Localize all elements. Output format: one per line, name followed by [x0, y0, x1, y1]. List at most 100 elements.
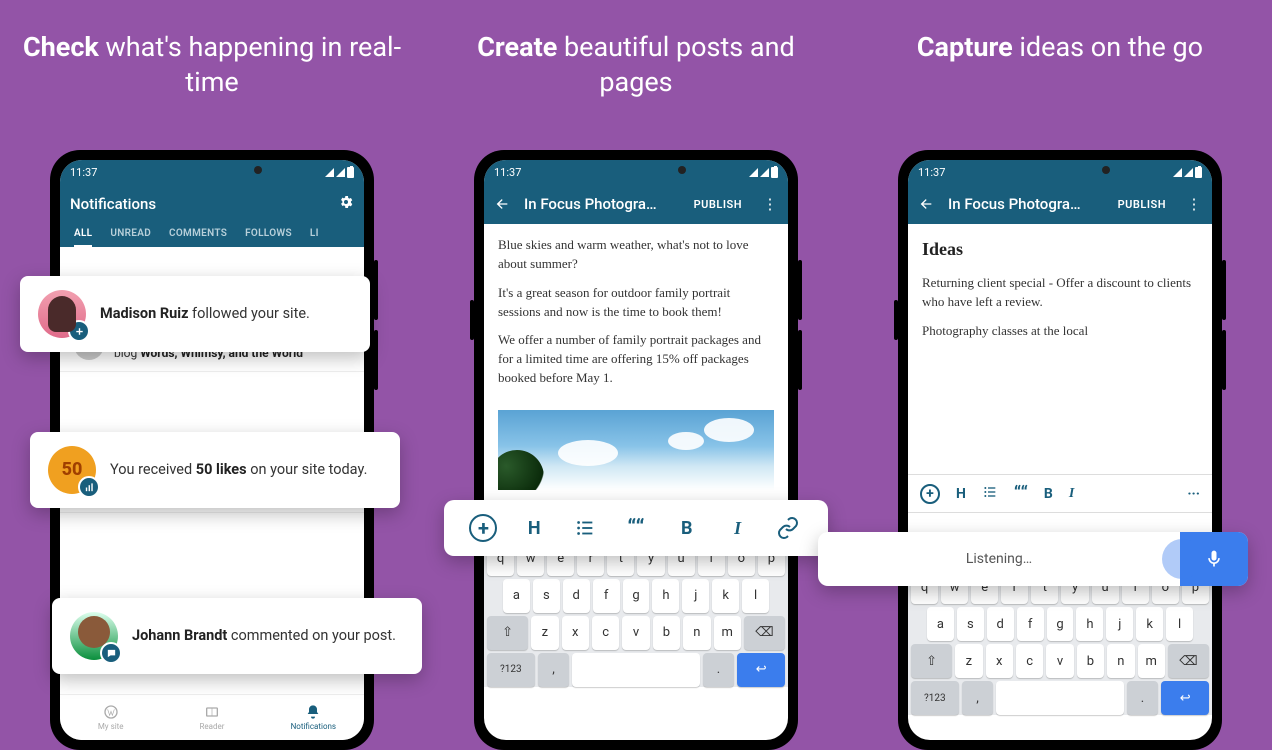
tab-comments[interactable]: COMMENTS — [169, 228, 227, 247]
bottom-nav: My site Reader Notifications — [60, 694, 364, 740]
notification-text: Johann Brandt commented on your post. — [132, 626, 396, 646]
more-icon[interactable]: ⋮ — [762, 195, 778, 213]
settings-icon[interactable] — [338, 194, 354, 214]
key-space[interactable] — [996, 681, 1123, 715]
key-symbols[interactable]: ?123 — [911, 681, 959, 715]
bold-icon[interactable]: B — [1044, 486, 1053, 502]
quote-icon[interactable]: ““ — [622, 514, 650, 542]
notification-card-comment[interactable]: Johann Brandt commented on your post. — [52, 598, 422, 674]
key-l[interactable]: l — [742, 579, 769, 613]
post-heading: Ideas — [922, 236, 1198, 262]
headline-check: Check what's happening in real-time — [0, 30, 424, 100]
key-symbols[interactable]: ?123 — [487, 653, 535, 687]
screen-title: Notifications — [70, 195, 324, 213]
stats-icon — [78, 476, 100, 498]
nav-notifications[interactable]: Notifications — [263, 695, 364, 740]
key-s[interactable]: s — [533, 579, 560, 613]
nav-reader[interactable]: Reader — [161, 695, 262, 740]
status-time: 11:37 — [70, 166, 97, 179]
post-editor[interactable]: Blue skies and warm weather, what's not … — [484, 224, 788, 410]
key-g[interactable]: g — [623, 579, 650, 613]
add-block-icon[interactable]: + — [920, 484, 940, 504]
avatar — [70, 612, 118, 660]
notification-card-follow[interactable]: Madison Ruiz followed your site. — [20, 276, 370, 352]
key-k[interactable]: k — [712, 579, 739, 613]
post-editor[interactable]: Ideas Returning client special - Offer a… — [908, 224, 1212, 474]
list-icon[interactable] — [982, 484, 998, 504]
phone-mock-3: 11:37 In Focus Photogra… PUBLISH ⋮ Ideas… — [898, 150, 1222, 750]
heading-icon[interactable]: H — [956, 486, 966, 502]
key-m[interactable]: m — [714, 616, 741, 650]
key-d[interactable]: d — [563, 579, 590, 613]
app-bar: Notifications — [60, 184, 364, 224]
status-time: 11:37 — [494, 166, 521, 179]
voice-input-bar: Listening… — [818, 532, 1248, 586]
key-space[interactable] — [572, 653, 699, 687]
paragraph: Returning client special - Offer a disco… — [922, 274, 1198, 312]
editor-toolbar-inline: + H ““ B I ··· — [908, 474, 1212, 513]
signal-icon — [325, 168, 334, 177]
key-shift[interactable]: ⇧ — [911, 644, 952, 678]
key-h[interactable]: h — [652, 579, 679, 613]
listening-label: Listening… — [818, 551, 1180, 567]
link-icon[interactable] — [774, 514, 802, 542]
notification-text: Madison Ruiz followed your site. — [100, 304, 310, 324]
key-v[interactable]: v — [622, 616, 649, 650]
publish-button[interactable]: PUBLISH — [1118, 198, 1166, 211]
tab-likes[interactable]: LI — [310, 228, 319, 247]
key-comma[interactable]: , — [538, 653, 570, 687]
editor-toolbar: + H ““ B I — [444, 500, 828, 556]
list-icon[interactable] — [571, 514, 599, 542]
key-x[interactable]: x — [562, 616, 589, 650]
tab-unread[interactable]: UNREAD — [110, 228, 151, 247]
key-backspace[interactable]: ⌫ — [744, 616, 785, 650]
headline-create: Create beautiful posts and pages — [424, 30, 848, 100]
post-title: In Focus Photogra… — [524, 195, 680, 213]
status-bar: 11:37 — [484, 160, 788, 184]
bold-icon[interactable]: B — [673, 514, 701, 542]
app-bar: In Focus Photogra… PUBLISH ⋮ — [484, 184, 788, 224]
key-backspace[interactable]: ⌫ — [1168, 644, 1209, 678]
post-image[interactable] — [498, 410, 774, 490]
italic-icon[interactable]: I — [724, 514, 752, 542]
back-icon[interactable] — [918, 196, 934, 212]
add-block-icon[interactable]: + — [469, 514, 497, 542]
key-c[interactable]: c — [592, 616, 619, 650]
notification-text: You received 50 likes on your site today… — [110, 460, 367, 480]
post-title: In Focus Photogra… — [948, 195, 1104, 213]
wifi-icon — [336, 168, 345, 177]
key-z[interactable]: z — [531, 616, 558, 650]
publish-button[interactable]: PUBLISH — [694, 198, 742, 211]
more-tools-icon[interactable]: ··· — [1187, 486, 1200, 502]
tab-follows[interactable]: FOLLOWS — [245, 228, 292, 247]
key-enter[interactable]: ↩ — [737, 653, 785, 687]
key-b[interactable]: b — [653, 616, 680, 650]
paragraph: Blue skies and warm weather, what's not … — [498, 236, 774, 274]
tab-all[interactable]: ALL — [74, 228, 92, 247]
key-f[interactable]: f — [593, 579, 620, 613]
key-j[interactable]: j — [682, 579, 709, 613]
back-icon[interactable] — [494, 196, 510, 212]
status-bar: 11:37 — [60, 160, 364, 184]
headline-capture: Capture ideas on the go — [848, 30, 1272, 65]
quote-icon[interactable]: ““ — [1014, 483, 1028, 504]
paragraph: Photography classes at the local — [922, 322, 1198, 341]
paragraph: We offer a number of family portrait pac… — [498, 331, 774, 388]
key-period[interactable]: . — [703, 653, 735, 687]
phone-mock-2: 11:37 In Focus Photogra… PUBLISH ⋮ Blue … — [474, 150, 798, 750]
key-shift[interactable]: ⇧ — [487, 616, 528, 650]
notification-card-likes[interactable]: 50 You received 50 likes on your site to… — [30, 432, 400, 508]
paragraph: It's a great season for outdoor family p… — [498, 284, 774, 322]
comment-icon — [100, 642, 122, 664]
nav-mysite[interactable]: My site — [60, 695, 161, 740]
heading-icon[interactable]: H — [520, 514, 548, 542]
like-badge: 50 — [48, 446, 96, 494]
italic-icon[interactable]: I — [1069, 486, 1074, 502]
mic-button[interactable] — [1180, 532, 1248, 586]
key-n[interactable]: n — [683, 616, 710, 650]
key-enter[interactable]: ↩ — [1161, 681, 1209, 715]
more-icon[interactable]: ⋮ — [1186, 195, 1202, 213]
key-a[interactable]: a — [503, 579, 530, 613]
add-icon — [68, 320, 90, 342]
avatar — [38, 290, 86, 338]
